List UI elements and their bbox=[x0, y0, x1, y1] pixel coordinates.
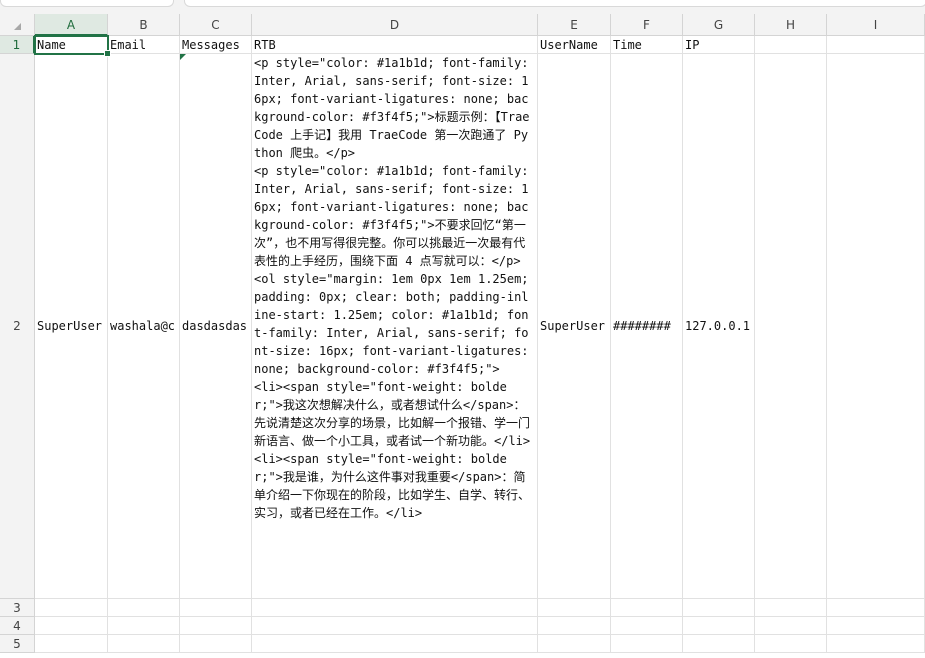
cell-b5[interactable] bbox=[108, 635, 180, 653]
cell-c4[interactable] bbox=[180, 617, 252, 635]
cell-b1[interactable]: Email bbox=[108, 36, 180, 54]
cell-i5[interactable] bbox=[827, 635, 925, 653]
cell-c3[interactable] bbox=[180, 599, 252, 617]
cell-f2[interactable]: ######## bbox=[611, 54, 683, 599]
cell-g5[interactable] bbox=[683, 635, 755, 653]
cell-f4[interactable] bbox=[611, 617, 683, 635]
cell-h1[interactable] bbox=[755, 36, 827, 54]
col-header-g[interactable]: G bbox=[683, 14, 755, 36]
cell-h3[interactable] bbox=[755, 599, 827, 617]
row-header-4[interactable]: 4 bbox=[0, 617, 35, 635]
cell-f5[interactable] bbox=[611, 635, 683, 653]
select-all-corner[interactable] bbox=[0, 14, 35, 36]
cell-c5[interactable] bbox=[180, 635, 252, 653]
cell-h5[interactable] bbox=[755, 635, 827, 653]
cell-e1[interactable]: UserName bbox=[538, 36, 611, 54]
cell-d5[interactable] bbox=[252, 635, 538, 653]
cell-d1[interactable]: RTB bbox=[252, 36, 538, 54]
formula-bar-strip bbox=[0, 0, 925, 14]
row-header-5[interactable]: 5 bbox=[0, 635, 35, 653]
cell-d3[interactable] bbox=[252, 599, 538, 617]
row-header-1[interactable]: 1 bbox=[0, 36, 35, 54]
cell-b2[interactable]: washala@c bbox=[108, 54, 180, 599]
cell-d2-rtb[interactable]: <p style="color: #1a1b1d; font-family: I… bbox=[252, 54, 538, 599]
col-header-f[interactable]: F bbox=[611, 14, 683, 36]
cell-indicator-icon bbox=[180, 54, 186, 60]
cell-i3[interactable] bbox=[827, 599, 925, 617]
cell-g1[interactable]: IP bbox=[683, 36, 755, 54]
cell-g2[interactable]: 127.0.0.1 bbox=[683, 54, 755, 599]
cell-e2[interactable]: SuperUser bbox=[538, 54, 611, 599]
col-header-a[interactable]: A bbox=[35, 14, 108, 36]
cell-b4[interactable] bbox=[108, 617, 180, 635]
select-all-triangle-icon bbox=[14, 23, 21, 30]
cell-d4[interactable] bbox=[252, 617, 538, 635]
col-header-e[interactable]: E bbox=[538, 14, 611, 36]
name-box[interactable] bbox=[0, 0, 174, 7]
formula-input[interactable] bbox=[184, 0, 925, 7]
cell-c2[interactable]: dasdasdas bbox=[180, 54, 252, 599]
row-header-2[interactable]: 2 bbox=[0, 54, 35, 599]
cell-a4[interactable] bbox=[35, 617, 108, 635]
cell-f3[interactable] bbox=[611, 599, 683, 617]
col-header-b[interactable]: B bbox=[108, 14, 180, 36]
cell-i2[interactable] bbox=[827, 54, 925, 599]
cell-f1[interactable]: Time bbox=[611, 36, 683, 54]
cell-h4[interactable] bbox=[755, 617, 827, 635]
col-header-d[interactable]: D bbox=[252, 14, 538, 36]
cell-a5[interactable] bbox=[35, 635, 108, 653]
cell-a1[interactable]: Name bbox=[35, 36, 108, 54]
cell-h2[interactable] bbox=[755, 54, 827, 599]
cell-a2[interactable]: SuperUser bbox=[35, 54, 108, 599]
cell-e4[interactable] bbox=[538, 617, 611, 635]
cell-g4[interactable] bbox=[683, 617, 755, 635]
cell-e3[interactable] bbox=[538, 599, 611, 617]
cell-c1[interactable]: Messages bbox=[180, 36, 252, 54]
cell-e5[interactable] bbox=[538, 635, 611, 653]
col-header-i[interactable]: I bbox=[827, 14, 925, 36]
cell-g3[interactable] bbox=[683, 599, 755, 617]
cell-a3[interactable] bbox=[35, 599, 108, 617]
cell-i1[interactable] bbox=[827, 36, 925, 54]
col-header-h[interactable]: H bbox=[755, 14, 827, 36]
col-header-c[interactable]: C bbox=[180, 14, 252, 36]
cell-i4[interactable] bbox=[827, 617, 925, 635]
cell-b3[interactable] bbox=[108, 599, 180, 617]
row-header-3[interactable]: 3 bbox=[0, 599, 35, 617]
